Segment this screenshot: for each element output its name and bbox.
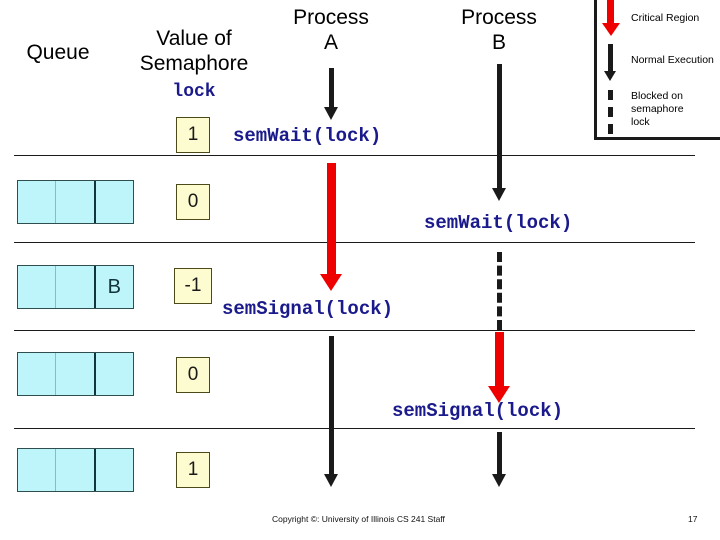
queue-cell (55, 181, 93, 223)
semaphore-value-box: 1 (176, 452, 210, 488)
queue-row: B (17, 265, 134, 309)
slide-canvas: Queue Value of Semaphore lock Process A … (0, 0, 720, 540)
queue-cell-occupant: B (93, 266, 133, 308)
process-a-critical-arrowhead (320, 274, 342, 291)
legend-label-critical-region: Critical Region (631, 12, 700, 24)
legend-label-normal-execution: Normal Execution (631, 54, 714, 66)
code-label-a-signal: semSignal(lock) (222, 298, 394, 320)
queue-cell (93, 181, 133, 223)
queue-cell (18, 449, 55, 491)
process-b-critical-segment (495, 332, 504, 388)
queue-cell (93, 353, 133, 395)
footer-page-number: 17 (688, 514, 698, 524)
queue-cell (18, 181, 55, 223)
legend-normal-execution-icon (608, 44, 613, 72)
header-process-a: Process A (293, 6, 369, 54)
code-label-b-signal: semSignal(lock) (392, 400, 564, 422)
legend-critical-region-arrowhead (602, 23, 620, 36)
row-separator-3 (14, 330, 695, 331)
legend-critical-region-icon (607, 0, 614, 24)
process-a-arrowhead-1 (324, 107, 338, 120)
process-b-blocked-segment (497, 252, 507, 330)
process-b-arrowhead-2 (492, 474, 506, 487)
queue-row (17, 180, 134, 224)
semaphore-value-box: 1 (176, 117, 210, 153)
code-label-a-wait: semWait(lock) (233, 125, 382, 147)
legend-blocked-icon (608, 90, 618, 134)
code-label-b-wait: semWait(lock) (424, 212, 573, 234)
process-b-arrowhead-1 (492, 188, 506, 201)
queue-row (17, 448, 134, 492)
process-a-arrowhead-2 (324, 474, 338, 487)
queue-cell (55, 353, 93, 395)
semaphore-value-box: 0 (176, 184, 210, 220)
process-a-normal-segment-1 (329, 68, 334, 108)
queue-cell (55, 266, 93, 308)
header-process-b: Process B (461, 6, 537, 54)
process-a-critical-segment (327, 163, 336, 275)
row-separator-1 (14, 155, 695, 156)
queue-cell (93, 449, 133, 491)
process-b-normal-segment-1 (497, 64, 502, 189)
row-separator-2 (14, 242, 695, 243)
process-a-normal-segment-2 (329, 336, 334, 476)
header-value-of-semaphore: Value of Semaphore (139, 27, 249, 75)
footer-copyright: Copyright ©: University of Illinois CS 2… (272, 514, 445, 524)
queue-cell (55, 449, 93, 491)
header-lock-name: lock (172, 82, 216, 102)
legend-label-blocked: Blocked on semaphore lock (631, 90, 684, 128)
semaphore-value-box: 0 (176, 357, 210, 393)
semaphore-value-box: -1 (174, 268, 212, 304)
process-b-normal-segment-2 (497, 432, 502, 476)
queue-cell (18, 353, 55, 395)
row-separator-4 (14, 428, 695, 429)
header-queue: Queue (26, 41, 90, 64)
queue-row (17, 352, 134, 396)
legend-normal-execution-arrowhead (604, 71, 616, 81)
queue-cell (18, 266, 55, 308)
legend-panel: Critical Region Normal Execution Blocked… (594, 0, 720, 140)
